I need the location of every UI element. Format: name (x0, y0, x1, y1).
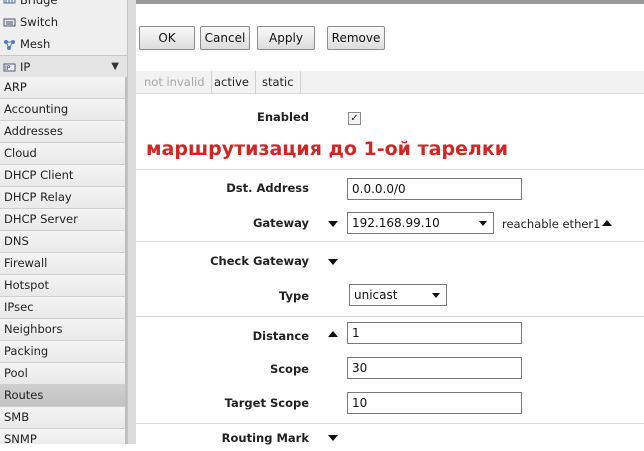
ok-button[interactable]: OK (139, 26, 195, 50)
submenu-item-neighbors[interactable]: Neighbors (0, 319, 127, 341)
switch-icon (3, 17, 16, 28)
cancel-button[interactable]: Cancel (200, 26, 250, 50)
sidebar-item-bridge[interactable]: Bridge (0, 0, 127, 11)
route-edit-panel: OK Cancel Apply Remove not invalid activ… (136, 4, 644, 445)
status-static: static (256, 71, 301, 93)
gateway-value: 192.168.99.10 (352, 216, 440, 230)
gateway-collapse-icon[interactable] (328, 221, 338, 227)
check-gateway-row: Check Gateway (136, 254, 309, 274)
sidebar-item-mesh[interactable]: Mesh (0, 33, 127, 55)
gateway-select[interactable]: 192.168.99.10 (347, 212, 494, 234)
sidebar-top-items: Bridge Switch Mesh IP IP ▼ (0, 0, 127, 79)
sidebar-item-label: Switch (20, 15, 59, 29)
distance-row: Distance (136, 329, 309, 349)
gateway-row: Gateway (136, 216, 309, 236)
submenu-item-addresses[interactable]: Addresses (0, 121, 127, 143)
routing-mark-row: Routing Mark (136, 431, 309, 451)
submenu-item-snmp[interactable]: SNMP (0, 429, 127, 444)
routing-mark-label: Routing Mark (221, 431, 309, 445)
sidebar-item-label: Bridge (20, 0, 58, 7)
submenu-item-hotspot[interactable]: Hotspot (0, 275, 127, 297)
submenu-item-accounting[interactable]: Accounting (0, 99, 127, 121)
submenu-item-dhcp-client[interactable]: DHCP Client (0, 165, 127, 187)
divider (136, 316, 644, 317)
submenu-item-firewall[interactable]: Firewall (0, 253, 127, 275)
submenu-item-dhcp-server[interactable]: DHCP Server (0, 209, 127, 231)
status-not-invalid: not invalid (138, 71, 212, 93)
distance-label: Distance (252, 329, 309, 343)
submenu-item-packing[interactable]: Packing (0, 341, 127, 363)
distance-collapse-icon[interactable] (328, 331, 338, 337)
remove-button[interactable]: Remove (327, 26, 385, 50)
gateway-add-icon[interactable] (602, 220, 612, 226)
divider (136, 241, 644, 242)
ip-submenu: ARP Accounting Addresses Cloud DHCP Clie… (0, 77, 127, 444)
enabled-label: Enabled (256, 110, 309, 124)
bridge-icon (3, 0, 16, 6)
submenu-item-cloud[interactable]: Cloud (0, 143, 127, 165)
svg-text:IP: IP (5, 65, 11, 72)
gateway-label: Gateway (252, 216, 309, 230)
sidebar-item-label: Mesh (20, 37, 51, 51)
submenu-item-arp[interactable]: ARP (0, 77, 127, 99)
type-label: Type (278, 289, 309, 303)
chevron-down-icon (479, 221, 487, 226)
scope-row: Scope (136, 362, 309, 382)
chevron-down-icon (432, 293, 440, 298)
dst-address-row: Dst. Address (136, 181, 309, 201)
apply-button[interactable]: Apply (257, 26, 315, 50)
mesh-icon (3, 39, 16, 50)
dst-address-field[interactable]: 0.0.0.0/0 (347, 178, 522, 200)
submenu-item-ipsec[interactable]: IPsec (0, 297, 127, 319)
check-gateway-label: Check Gateway (210, 254, 309, 268)
type-select[interactable]: unicast (349, 284, 447, 306)
check-gateway-expand-icon[interactable] (328, 259, 338, 265)
status-active: active (208, 71, 256, 93)
sidebar-item-switch[interactable]: Switch (0, 11, 127, 33)
scope-label: Scope (269, 362, 309, 376)
enabled-checkbox[interactable]: ✓ (348, 112, 361, 125)
target-scope-label: Target Scope (224, 396, 309, 410)
submenu-item-dns[interactable]: DNS (0, 231, 127, 253)
type-value: unicast (354, 288, 398, 302)
distance-field[interactable]: 1 (347, 322, 522, 344)
divider (136, 423, 644, 424)
type-row: Type (136, 289, 309, 309)
annotation-text: маршрутизация до 1-ой тарелки (146, 138, 509, 160)
submenu-item-routes[interactable]: Routes (0, 385, 127, 407)
gateway-status: reachable ether1 (502, 217, 601, 231)
routing-mark-expand-icon[interactable] (328, 435, 338, 441)
sidebar-item-ip[interactable]: IP IP ▼ (0, 55, 127, 79)
target-scope-row: Target Scope (136, 396, 309, 416)
enabled-row: Enabled (136, 110, 309, 130)
sidebar-menu: Bridge Switch Mesh IP IP ▼ ARP Accountin… (0, 0, 127, 444)
status-bar: not invalid active static (136, 71, 644, 94)
target-scope-field[interactable]: 10 (347, 392, 522, 414)
divider (136, 169, 644, 170)
submenu-item-pool[interactable]: Pool (0, 363, 127, 385)
dst-address-label: Dst. Address (226, 181, 309, 195)
submenu-item-smb[interactable]: SMB (0, 407, 127, 429)
scope-field[interactable]: 30 (347, 357, 522, 379)
submenu-item-dhcp-relay[interactable]: DHCP Relay (0, 187, 127, 209)
ip-icon: IP (3, 62, 16, 73)
sidebar-item-label: IP (20, 60, 31, 74)
chevron-down-icon: ▼ (111, 61, 119, 72)
